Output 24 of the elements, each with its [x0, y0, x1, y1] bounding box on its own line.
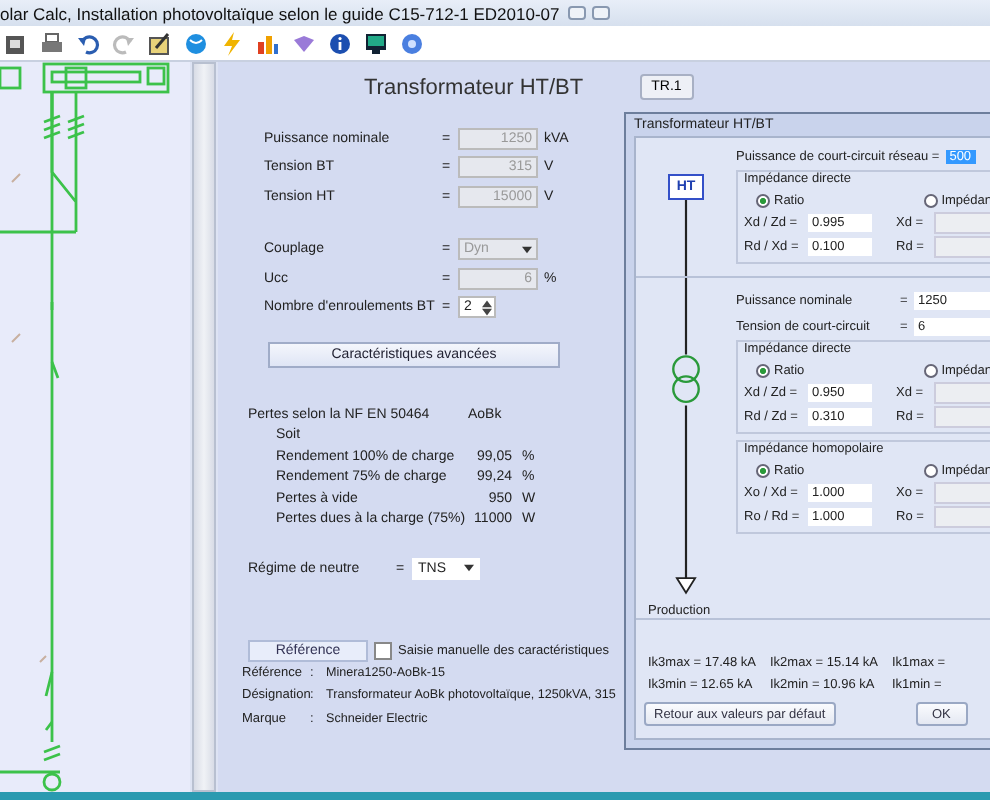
input-field[interactable]: [934, 405, 990, 427]
undo-icon[interactable]: [76, 31, 100, 55]
input-field[interactable]: [934, 381, 990, 403]
checkbox[interactable]: [374, 641, 392, 659]
panel-title: Transformateur HT/BT: [364, 75, 584, 99]
input-field[interactable]: [934, 211, 990, 233]
bar-chart-icon[interactable]: [256, 31, 280, 55]
window-title: olar Calc, Installation photovoltaïque selon le guide C15-712-1 ED2010-07: [0, 3, 562, 23]
caret-icon: [522, 245, 532, 254]
spin-arrows-icon: [482, 299, 492, 316]
input-field[interactable]: [934, 505, 990, 527]
monitor-icon[interactable]: [364, 31, 388, 55]
input-field[interactable]: [934, 235, 990, 257]
minimize-button[interactable]: [568, 6, 586, 20]
caret-icon: [464, 564, 474, 573]
printer-icon[interactable]: [40, 31, 64, 55]
maximize-button[interactable]: [592, 6, 610, 20]
lightning-icon[interactable]: [220, 31, 244, 55]
input-field[interactable]: [934, 481, 990, 503]
edit-icon[interactable]: [148, 31, 172, 55]
vertical-scrollbar[interactable]: [192, 62, 216, 792]
document-icon[interactable]: [4, 31, 28, 55]
redo-icon[interactable]: [112, 31, 136, 55]
info-icon[interactable]: [328, 31, 352, 55]
